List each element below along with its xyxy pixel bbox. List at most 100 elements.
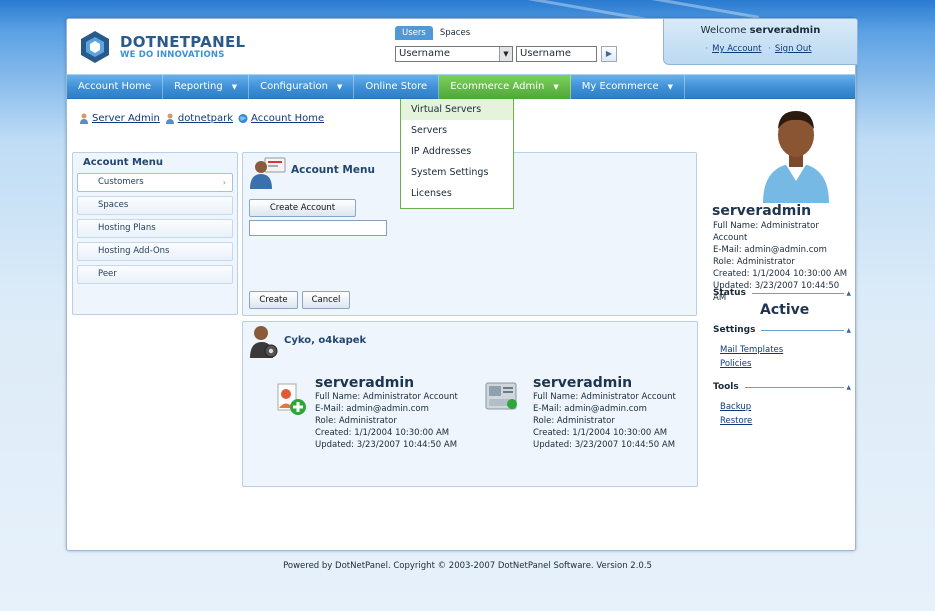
chevron-down-icon: ▼ [336, 83, 343, 91]
welcome-text: Welcome serveradmin [664, 25, 857, 36]
divider [751, 292, 845, 294]
user-card: serveradmin Full Name: Administrator Acc… [315, 376, 458, 451]
search-tabs: Users Spaces [395, 26, 477, 40]
welcome-user: serveradmin [749, 25, 821, 36]
dropdown-item-system-settings[interactable]: System Settings [401, 162, 513, 183]
cancel-button[interactable]: Cancel [302, 291, 350, 309]
nav-label: Ecommerce Admin [450, 81, 545, 92]
status-section-header[interactable]: Status ▲ [713, 288, 851, 298]
user-icon [80, 113, 88, 124]
user-card-role: Role: Administrator [315, 416, 397, 426]
user-icon [165, 113, 174, 124]
tools-section-header[interactable]: Tools ▲ [713, 382, 851, 392]
nav-ecommerce-admin[interactable]: Ecommerce Admin ▼ [439, 75, 571, 99]
user-card-name[interactable]: serveradmin [533, 376, 676, 391]
nav-label: Online Store [365, 81, 428, 92]
chevron-down-icon[interactable]: ▼ [499, 47, 512, 61]
arrow-right-icon[interactable]: ▶ [601, 46, 617, 62]
chevron-down-icon: ▼ [553, 83, 559, 91]
logo-hexagon-icon [81, 31, 109, 63]
users-panel-title: Cyko, o4kapek [284, 335, 367, 346]
dropdown-item-virtual-servers[interactable]: Virtual Servers [401, 99, 513, 120]
menu-item-label: Customers [98, 177, 144, 187]
search-tab-spaces[interactable]: Spaces [433, 26, 477, 40]
settings-section-header[interactable]: Settings ▲ [713, 325, 851, 335]
user-add-icon [277, 383, 306, 415]
profile-full-name: Full Name: Administrator Account [713, 221, 819, 243]
chevron-right-icon: › [222, 178, 226, 187]
nav-reporting[interactable]: Reporting ▼ [163, 75, 250, 99]
nav-label: Reporting [174, 81, 223, 92]
status-label: Status [713, 288, 746, 298]
menu-item-spaces[interactable]: Spaces [77, 196, 233, 215]
nav-label: Configuration [260, 81, 328, 92]
welcome-prefix: Welcome [700, 25, 747, 36]
search-tab-users[interactable]: Users [395, 26, 433, 40]
user-card-name[interactable]: serveradmin [315, 376, 458, 391]
user-card-created: Created: 1/1/2004 10:30:00 AM [533, 428, 668, 438]
mail-templates-link[interactable]: Mail Templates [720, 345, 783, 355]
breadcrumb-dotnetpark[interactable]: dotnetpark [178, 113, 233, 124]
user-card-role: Role: Administrator [533, 416, 615, 426]
profile-name: serveradmin [712, 203, 812, 219]
search-input[interactable]: Username [516, 46, 597, 62]
tools-label: Tools [713, 382, 739, 392]
menu-item-customers[interactable]: Customers › [77, 173, 233, 192]
breadcrumb-account-home[interactable]: Account Home [251, 113, 324, 124]
policies-link[interactable]: Policies [720, 359, 751, 369]
logo[interactable]: DOTNETPANEL WE DO INNOVATIONS [78, 30, 245, 64]
ecommerce-admin-dropdown: Virtual Servers Servers IP Addresses Sys… [400, 99, 514, 209]
user-card: serveradmin Full Name: Administrator Acc… [533, 376, 676, 451]
account-name-input[interactable] [249, 220, 387, 236]
user-card-created: Created: 1/1/2004 10:30:00 AM [315, 428, 450, 438]
menu-item-label: Hosting Plans [98, 223, 156, 233]
menu-item-hosting-add-ons[interactable]: Hosting Add-Ons [77, 242, 233, 261]
profile-email: E-Mail: admin@admin.com [713, 245, 827, 255]
restore-link[interactable]: Restore [720, 416, 752, 426]
divider [761, 329, 845, 331]
status-value: Active [760, 302, 810, 318]
settings-label: Settings [713, 325, 756, 335]
bullet-icon: · [768, 44, 771, 54]
server-icon [485, 382, 517, 410]
user-card-updated: Updated: 3/23/2007 10:44:50 AM [315, 440, 458, 450]
menu-item-hosting-plans[interactable]: Hosting Plans [77, 219, 233, 238]
my-account-link[interactable]: My Account [712, 44, 761, 54]
user-card-full-name: Full Name: Administrator Account [533, 392, 676, 402]
dropdown-item-licenses[interactable]: Licenses [401, 183, 513, 204]
collapse-icon: ▲ [846, 326, 851, 334]
dropdown-item-servers[interactable]: Servers [401, 120, 513, 141]
backup-link[interactable]: Backup [720, 402, 751, 412]
create-account-button[interactable]: Create Account [249, 199, 356, 217]
collapse-icon: ▲ [846, 383, 851, 391]
account-menu-panel: Account Menu Customers › Spaces Hosting P… [72, 152, 238, 315]
profile-role: Role: Administrator [713, 257, 795, 267]
menu-item-label: Peer [98, 269, 117, 279]
avatar [763, 111, 829, 203]
footer: Powered by DotNetPanel. Copyright © 2003… [283, 561, 652, 571]
user-card-full-name: Full Name: Administrator Account [315, 392, 458, 402]
welcome-links: · My Account · Sign Out [664, 44, 857, 54]
globe-icon [238, 113, 248, 124]
menu-item-label: Spaces [98, 200, 129, 210]
user-gear-icon [250, 326, 278, 358]
collapse-icon: ▲ [846, 289, 851, 297]
menu-item-peer[interactable]: Peer [77, 265, 233, 284]
breadcrumb-server-admin[interactable]: Server Admin [92, 113, 160, 124]
dropdown-item-ip-addresses[interactable]: IP Addresses [401, 141, 513, 162]
menu-item-label: Hosting Add-Ons [98, 246, 170, 256]
create-button[interactable]: Create [249, 291, 298, 309]
user-card-email: E-Mail: admin@admin.com [533, 404, 647, 414]
profile-created: Created: 1/1/2004 10:30:00 AM [713, 269, 848, 279]
nav-account-home[interactable]: Account Home [67, 75, 164, 99]
sign-out-link[interactable]: Sign Out [775, 44, 812, 54]
search-field-select[interactable]: Username ▼ [395, 46, 513, 62]
nav-online-store[interactable]: Online Store [354, 75, 440, 99]
logo-tagline: WE DO INNOVATIONS [120, 50, 225, 60]
nav-configuration[interactable]: Configuration ▼ [249, 75, 355, 99]
welcome-box: Welcome serveradmin · My Account · Sign Ou… [663, 18, 858, 65]
account-menu-title: Account Menu [83, 157, 163, 168]
nav-label: My Ecommerce [581, 81, 659, 92]
main-window: DOTNETPANEL WE DO INNOVATIONS Users Spac… [66, 18, 858, 551]
nav-my-ecommerce[interactable]: My Ecommerce ▼ [571, 75, 685, 99]
